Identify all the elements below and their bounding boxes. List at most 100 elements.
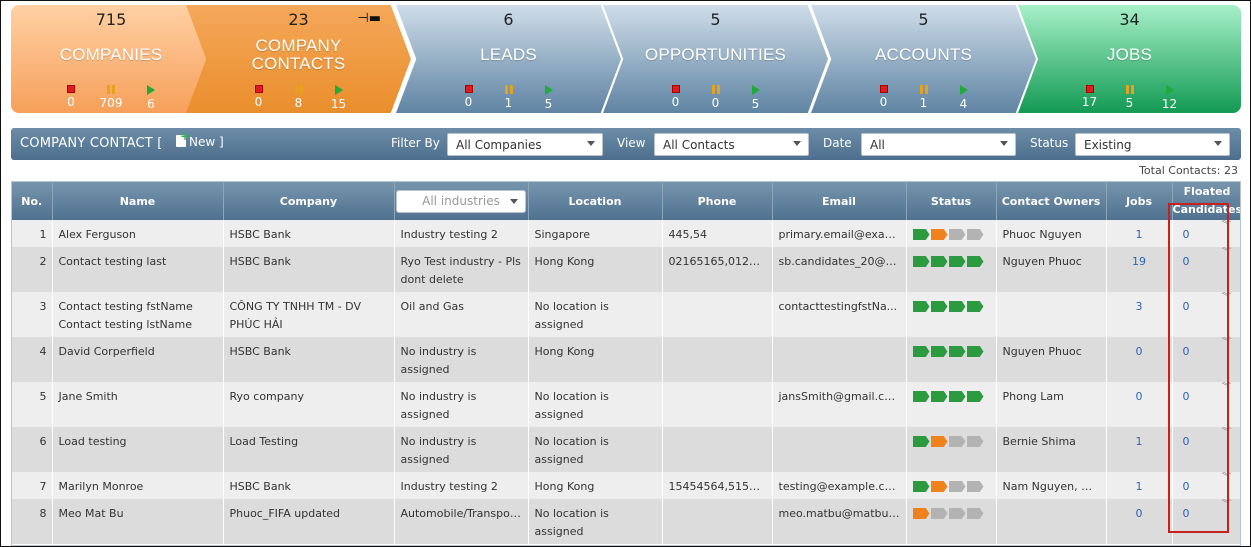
stat-paused: 1 bbox=[504, 96, 513, 110]
col-jobs[interactable]: Jobs bbox=[1106, 182, 1173, 220]
cell-jobs-text: 1 bbox=[1135, 228, 1143, 241]
cell-no: 2 bbox=[12, 247, 53, 292]
status-segment bbox=[930, 229, 948, 240]
cell-name[interactable]: Contact testing fstName Contact testing … bbox=[52, 292, 224, 337]
cell-jobs[interactable]: 3 bbox=[1106, 292, 1173, 337]
col-no[interactable]: No. bbox=[12, 182, 53, 220]
cell-floated[interactable]: 0 ︾ bbox=[1172, 382, 1240, 427]
expand-chevron-icon[interactable]: ︾ bbox=[1222, 500, 1232, 510]
cell-floated[interactable]: 0 ︾ bbox=[1172, 472, 1240, 499]
cell-phone bbox=[662, 427, 773, 472]
play-icon bbox=[959, 85, 968, 95]
view-value: All Contacts bbox=[663, 138, 735, 152]
cell-jobs[interactable]: 1 bbox=[1106, 220, 1173, 247]
cell-name[interactable]: Jane Smith bbox=[52, 382, 224, 427]
table-row[interactable]: 1 Alex Ferguson HSBC Bank Industry testing … bbox=[12, 220, 1240, 247]
cell-status bbox=[906, 292, 997, 337]
stat-active: 4 bbox=[959, 97, 968, 111]
pipeline-bar: 715 COMPANIES 0 709 6 23 ⊣▬ COMPANY CONTA… bbox=[11, 5, 1241, 113]
new-contact-button[interactable]: New ] bbox=[176, 129, 224, 149]
table-row[interactable]: 3 Contact testing fstName Contact testing… bbox=[12, 292, 1240, 337]
cell-floated[interactable]: 0 ︾ bbox=[1172, 292, 1240, 337]
cell-company-text: HSBC Bank bbox=[229, 255, 291, 268]
cell-industry-text: Industry testing 2 bbox=[400, 228, 498, 241]
cell-floated[interactable]: 0 ︾ bbox=[1172, 247, 1240, 292]
table-row[interactable]: 8 Meo Mat Bu Phuoc_FIFA updated Automobile/… bbox=[12, 499, 1240, 544]
col-location[interactable]: Location bbox=[528, 182, 663, 220]
cell-name[interactable]: Load testing bbox=[52, 427, 224, 472]
stage-jobs[interactable]: 34 JOBS 17 5 12 bbox=[1018, 5, 1241, 113]
stage-count: 715 bbox=[95, 10, 127, 29]
col-email[interactable]: Email bbox=[772, 182, 907, 220]
cell-jobs[interactable]: 0 bbox=[1106, 499, 1173, 544]
table-row[interactable]: 4 David Corperfield HSBC Bank No industry i… bbox=[12, 337, 1240, 382]
stage-companies[interactable]: 715 COMPANIES 0 709 6 bbox=[11, 5, 211, 113]
status-label: Status bbox=[1030, 136, 1069, 150]
cell-jobs[interactable]: 19 bbox=[1106, 247, 1173, 292]
cell-jobs-text: 0 bbox=[1135, 345, 1143, 358]
cell-floated[interactable]: 0 ︾ bbox=[1172, 337, 1240, 382]
status-segment bbox=[930, 391, 948, 402]
expand-chevron-icon[interactable]: ︾ bbox=[1222, 293, 1232, 303]
expand-chevron-icon[interactable]: ︾ bbox=[1222, 473, 1232, 483]
expand-chevron-icon[interactable]: ︾ bbox=[1222, 221, 1232, 231]
col-phone[interactable]: Phone bbox=[662, 182, 773, 220]
expand-chevron-icon[interactable]: ︾ bbox=[1222, 383, 1232, 393]
stage-company-contacts[interactable]: 23 ⊣▬ COMPANY CONTACTS 0 8 15 bbox=[186, 5, 411, 113]
cell-owners: Phong Lam bbox=[996, 382, 1107, 427]
filter-company-select[interactable]: All Companies bbox=[447, 133, 603, 156]
col-industry: All industries bbox=[394, 182, 529, 220]
expand-chevron-icon[interactable]: ︾ bbox=[1222, 248, 1232, 258]
stat-active: 6 bbox=[147, 97, 155, 111]
cell-floated[interactable]: 0 ︾ bbox=[1172, 499, 1240, 544]
col-floated-candidates[interactable]: Floated Candidates bbox=[1172, 182, 1240, 220]
cell-company-text: HSBC Bank bbox=[229, 480, 291, 493]
table-row[interactable]: 5 Jane Smith Ryo company No industry is ass… bbox=[12, 382, 1240, 427]
col-company[interactable]: Company bbox=[223, 182, 395, 220]
cell-name[interactable]: Marilyn Monroe bbox=[52, 472, 224, 499]
cell-no-text: 3 bbox=[39, 300, 47, 313]
date-select[interactable]: All bbox=[861, 133, 1016, 156]
stage-accounts[interactable]: 5 ACCOUNTS 0 1 4 bbox=[811, 5, 1036, 113]
play-icon bbox=[334, 85, 343, 95]
status-segment bbox=[966, 301, 984, 312]
cell-company: HSBC Bank bbox=[223, 247, 395, 292]
pause-icon bbox=[294, 85, 303, 94]
status-progress bbox=[912, 226, 990, 240]
view-select[interactable]: All Contacts bbox=[654, 133, 809, 156]
col-name[interactable]: Name bbox=[52, 182, 224, 220]
cell-jobs[interactable]: 1 bbox=[1106, 427, 1173, 472]
col-owners[interactable]: Contact Owners bbox=[996, 182, 1107, 220]
stage-opportunities[interactable]: 5 OPPORTUNITIES 0 0 5 bbox=[603, 5, 828, 113]
table-row[interactable]: 6 Load testing Load Testing No industry is … bbox=[12, 427, 1240, 472]
pin-icon[interactable]: ⊣▬ bbox=[357, 11, 381, 26]
cell-floated[interactable]: 0 ︾ bbox=[1172, 220, 1240, 247]
table-row[interactable]: 2 Contact testing last HSBC Bank Ryo Test i… bbox=[12, 247, 1240, 292]
expand-chevron-icon[interactable]: ︾ bbox=[1222, 338, 1232, 348]
pause-icon bbox=[504, 85, 513, 94]
cell-name-text: David Corperfield bbox=[58, 345, 155, 358]
cell-floated-text: 0 bbox=[1182, 480, 1190, 493]
cell-name[interactable]: Contact testing last bbox=[52, 247, 224, 292]
cell-jobs[interactable]: 1 bbox=[1106, 472, 1173, 499]
cell-floated[interactable]: 0 ︾ bbox=[1172, 427, 1240, 472]
cell-location-text: Hong Kong bbox=[534, 345, 595, 358]
cell-phone: 02165165,0122... bbox=[662, 247, 773, 292]
table-row[interactable]: 7 Marilyn Monroe HSBC Bank Industry testing… bbox=[12, 472, 1240, 499]
industry-filter-select[interactable]: All industries bbox=[396, 189, 526, 213]
expand-chevron-icon[interactable]: ︾ bbox=[1222, 428, 1232, 438]
cell-owners: Nguyen Phuoc bbox=[996, 247, 1107, 292]
cell-jobs[interactable]: 0 bbox=[1106, 337, 1173, 382]
cell-jobs[interactable]: 0 bbox=[1106, 382, 1173, 427]
status-segment bbox=[912, 481, 930, 492]
app-frame: 715 COMPANIES 0 709 6 23 ⊣▬ COMPANY CONTA… bbox=[0, 0, 1251, 547]
status-segment bbox=[912, 256, 930, 267]
status-select[interactable]: Existing bbox=[1075, 133, 1230, 156]
cell-name[interactable]: Meo Mat Bu bbox=[52, 499, 224, 544]
cell-name[interactable]: Alex Ferguson bbox=[52, 220, 224, 247]
stage-leads[interactable]: 6 LEADS 0 1 5 bbox=[396, 5, 621, 113]
stat-stopped: 0 bbox=[671, 95, 680, 109]
cell-name[interactable]: David Corperfield bbox=[52, 337, 224, 382]
col-status[interactable]: Status bbox=[906, 182, 997, 220]
cell-industry-text: Oil and Gas bbox=[400, 300, 464, 313]
